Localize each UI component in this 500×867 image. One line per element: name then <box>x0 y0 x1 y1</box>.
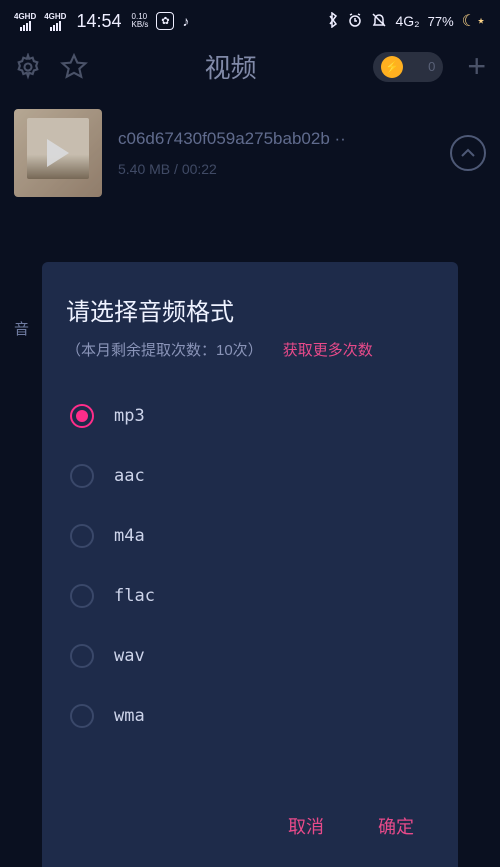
radio-icon <box>70 584 94 608</box>
signal-1: 4GHD <box>14 12 36 31</box>
star-icon[interactable] <box>60 53 88 81</box>
format-options: mp3 aac m4a flac wav wma <box>66 390 434 789</box>
signal-2: 4GHD <box>44 12 66 31</box>
option-m4a[interactable]: m4a <box>66 510 434 562</box>
video-list-item[interactable]: c06d67430f059a275bab02b ·· 5.40 MB / 00:… <box>0 93 500 213</box>
clock: 14:54 <box>76 11 121 32</box>
app-header: 视频 ⚡ 0 + <box>0 40 500 93</box>
get-more-link[interactable]: 获取更多次数 <box>283 342 373 359</box>
bolt-icon: ⚡ <box>381 56 403 78</box>
option-aac[interactable]: aac <box>66 450 434 502</box>
dialog-actions: 取消 确定 <box>66 789 434 867</box>
option-mp3[interactable]: mp3 <box>66 390 434 442</box>
option-wav[interactable]: wav <box>66 630 434 682</box>
radio-icon <box>70 704 94 728</box>
paw-icon: ✿ <box>156 12 174 30</box>
net-speed: 0.10KB/s <box>132 13 149 29</box>
audio-format-dialog: 请选择音频格式 （本月剩余提取次数：10次）获取更多次数 mp3 aac m4a… <box>42 262 458 867</box>
radio-icon <box>70 464 94 488</box>
bluetooth-icon <box>327 12 339 31</box>
coin-pill[interactable]: ⚡ 0 <box>373 52 443 82</box>
video-title: c06d67430f059a275bab02b ·· <box>118 129 434 149</box>
page-title: 视频 <box>106 48 355 85</box>
add-button[interactable]: + <box>467 48 486 85</box>
dialog-title: 请选择音频格式 <box>66 292 434 327</box>
confirm-button[interactable]: 确定 <box>378 813 414 839</box>
status-bar: 4GHD 4GHD 14:54 0.10KB/s ✿ ♪ 4G₂ 77% ☾⋆ <box>0 0 500 40</box>
network-badge: 4G₂ <box>395 13 419 29</box>
tiktok-icon: ♪ <box>182 13 189 29</box>
radio-icon <box>70 404 94 428</box>
play-icon <box>47 139 69 167</box>
radio-icon <box>70 524 94 548</box>
option-wma[interactable]: wma <box>66 690 434 742</box>
option-flac[interactable]: flac <box>66 570 434 622</box>
radio-icon <box>70 644 94 668</box>
battery-pct: 77% <box>428 14 454 29</box>
background-text: 音 <box>14 318 29 339</box>
coin-count: 0 <box>428 59 435 74</box>
cancel-button[interactable]: 取消 <box>288 813 324 839</box>
collapse-up-button[interactable] <box>450 135 486 171</box>
video-meta: 5.40 MB / 00:22 <box>118 161 434 177</box>
dialog-subtitle: （本月剩余提取次数：10次）获取更多次数 <box>66 339 434 360</box>
settings-icon[interactable] <box>14 53 42 81</box>
moon-icon: ☾⋆ <box>462 11 486 31</box>
video-thumbnail <box>14 109 102 197</box>
mute-bell-icon <box>371 12 387 31</box>
alarm-icon <box>347 12 363 31</box>
